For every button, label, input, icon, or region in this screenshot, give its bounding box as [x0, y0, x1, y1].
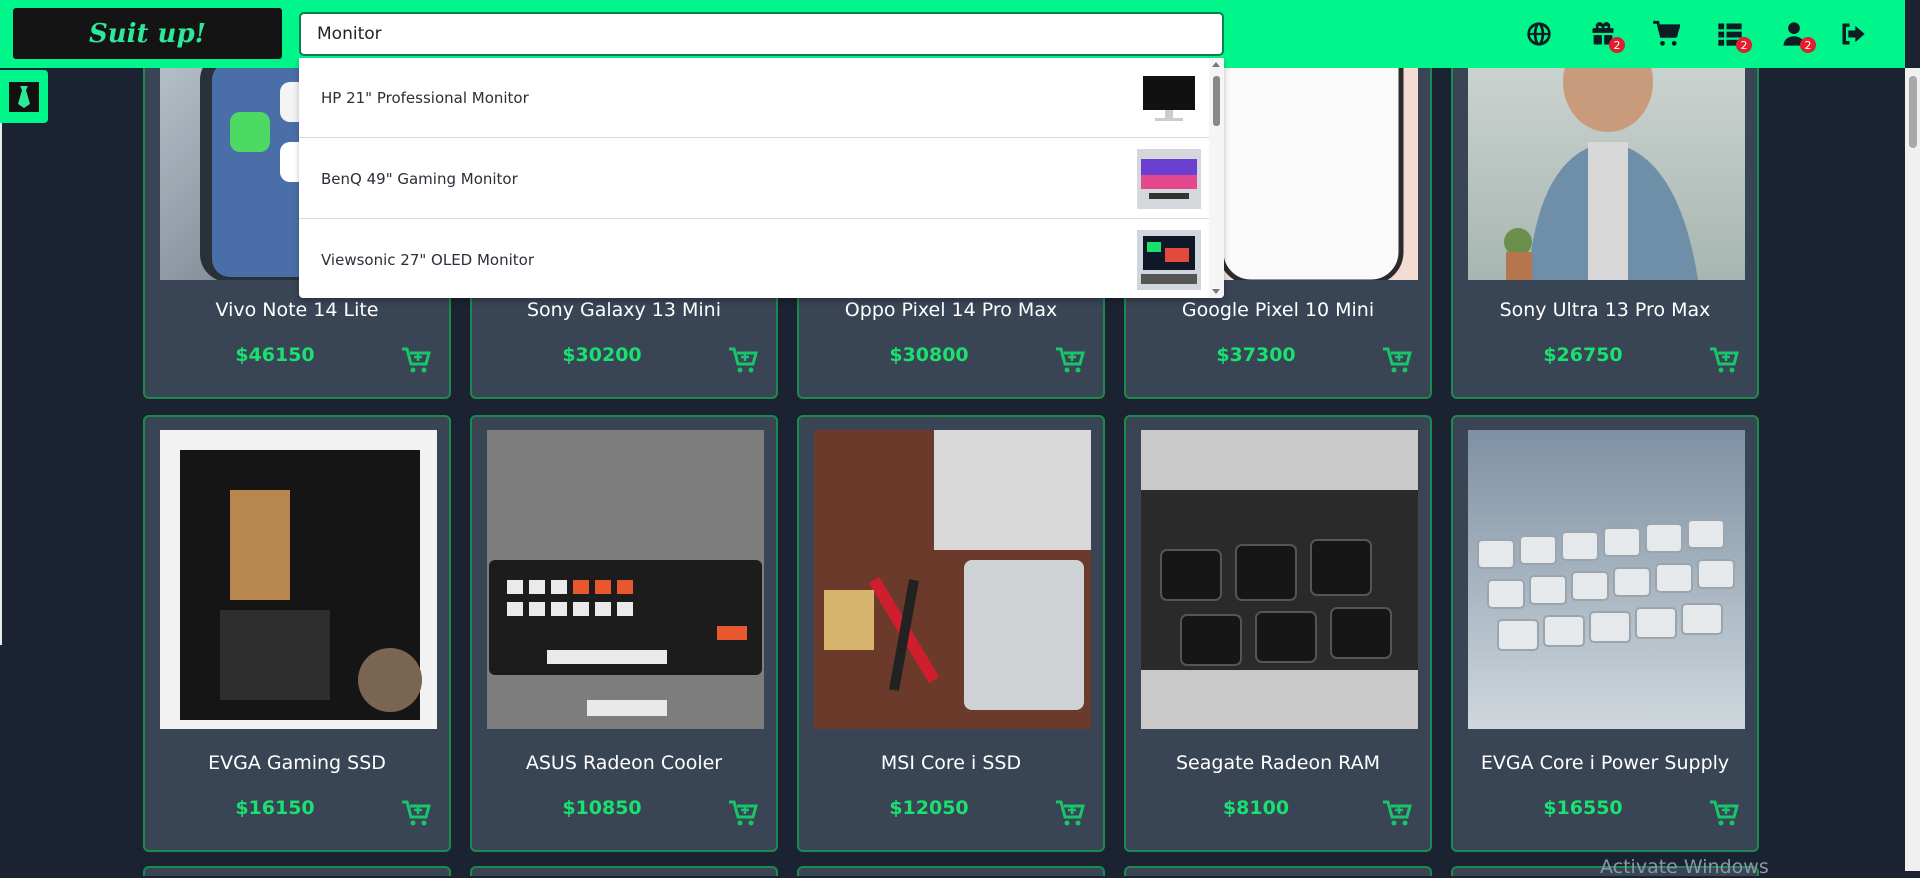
add-to-cart-button[interactable] [728, 800, 758, 828]
tie-icon [18, 85, 30, 108]
suggestion-thumbnail [1137, 230, 1201, 290]
add-to-cart-button[interactable] [1382, 347, 1412, 375]
product-card[interactable] [797, 866, 1105, 876]
product-name: Vivo Note 14 Lite [215, 299, 379, 321]
product-name: Google Pixel 10 Mini [1181, 299, 1375, 321]
search-suggestions-dropdown: HP 21" Professional Monitor BenQ 49" Gam… [299, 58, 1224, 298]
suggestions-scrollbar[interactable] [1209, 58, 1224, 298]
suggestion-item[interactable]: BenQ 49" Gaming Monitor [299, 139, 1209, 219]
product-image[interactable] [1468, 430, 1745, 729]
activate-windows-watermark: Activate Windows [1600, 856, 1769, 878]
add-to-cart-button[interactable] [1709, 347, 1739, 375]
sidebar-edge [0, 123, 2, 645]
suggestion-item[interactable]: HP 21" Professional Monitor [299, 58, 1209, 138]
product-name: EVGA Core i Power Supply [1480, 752, 1730, 774]
product-card[interactable] [470, 866, 778, 876]
orders-count-badge: 2 [1736, 37, 1752, 53]
product-name: Seagate Radeon RAM [1176, 752, 1380, 774]
product-card[interactable]: Sony Ultra 13 Pro Max $26750 [1451, 40, 1759, 399]
sidebar-toggle-button[interactable] [0, 70, 48, 123]
product-card[interactable]: MSI Core i SSD $12050 [797, 415, 1105, 852]
suggestions-scrollbar-thumb[interactable] [1213, 76, 1220, 126]
product-image[interactable] [814, 430, 1091, 729]
add-to-cart-button[interactable] [1055, 347, 1085, 375]
user-icon[interactable]: 2 [1777, 17, 1816, 53]
product-card[interactable]: EVGA Core i Power Supply $16550 [1451, 415, 1759, 852]
globe-icon[interactable] [1522, 17, 1556, 51]
scroll-up-arrow-icon[interactable] [1212, 62, 1220, 67]
gift-icon[interactable]: 2 [1586, 17, 1625, 53]
product-image[interactable] [1141, 430, 1418, 729]
page-scrollbar-thumb[interactable] [1909, 76, 1917, 148]
add-to-cart-button[interactable] [401, 800, 431, 828]
suggestion-thumbnail [1137, 68, 1201, 128]
search-input[interactable] [299, 12, 1224, 56]
product-card[interactable]: Seagate Radeon RAM $8100 [1124, 415, 1432, 852]
add-to-cart-button[interactable] [728, 347, 758, 375]
suggestion-thumbnail [1137, 149, 1201, 209]
add-to-cart-button[interactable] [1055, 800, 1085, 828]
product-image[interactable] [160, 430, 437, 729]
product-name: Sony Ultra 13 Pro Max [1499, 299, 1711, 321]
add-to-cart-button[interactable] [401, 347, 431, 375]
user-notifications-badge: 2 [1800, 37, 1816, 53]
product-card[interactable] [143, 866, 451, 876]
product-card[interactable] [1124, 866, 1432, 876]
gift-count-badge: 2 [1609, 37, 1625, 53]
product-name: Sony Galaxy 13 Mini [526, 299, 722, 321]
product-name: MSI Core i SSD [880, 752, 1022, 774]
suggestion-label: Viewsonic 27" OLED Monitor [321, 251, 535, 269]
suggestion-label: HP 21" Professional Monitor [321, 89, 529, 107]
scroll-down-arrow-icon[interactable] [1212, 289, 1220, 294]
suggestion-label: BenQ 49" Gaming Monitor [321, 170, 518, 188]
page-scrollbar[interactable] [1905, 68, 1920, 871]
product-image[interactable] [487, 430, 764, 729]
add-to-cart-button[interactable] [1709, 800, 1739, 828]
product-image[interactable] [1468, 42, 1745, 280]
cart-icon[interactable] [1649, 17, 1683, 51]
product-card[interactable]: EVGA Gaming SSD $16150 [143, 415, 451, 852]
suggestion-item[interactable]: Viewsonic 27" OLED Monitor [299, 220, 1209, 298]
brand-logo[interactable]: Suit up! [13, 8, 282, 59]
add-to-cart-button[interactable] [1382, 800, 1412, 828]
list-icon[interactable]: 2 [1713, 17, 1752, 53]
product-name: ASUS Radeon Cooler [525, 752, 723, 774]
product-card[interactable]: ASUS Radeon Cooler $10850 [470, 415, 778, 852]
logout-icon[interactable] [1836, 17, 1870, 51]
product-name: EVGA Gaming SSD [208, 752, 386, 774]
product-name: Oppo Pixel 14 Pro Max [844, 299, 1058, 321]
